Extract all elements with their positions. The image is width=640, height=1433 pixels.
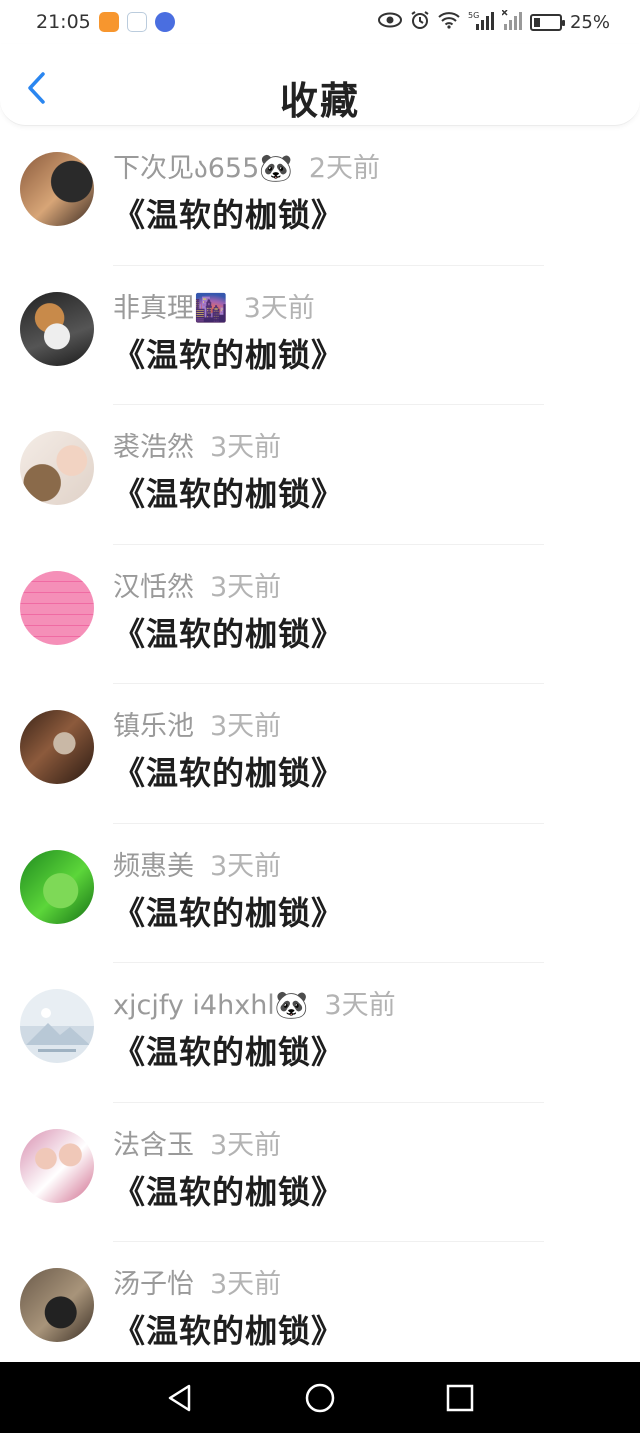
back-triangle-icon bbox=[168, 1384, 191, 1411]
book-title: 《温软的枷锁》 bbox=[113, 335, 345, 374]
timestamp: 3天前 bbox=[210, 850, 282, 882]
username: 汉恬然 bbox=[113, 571, 194, 603]
book-title: 《温软的枷锁》 bbox=[113, 614, 345, 653]
book-title: 《温软的枷锁》 bbox=[113, 893, 345, 932]
avatar bbox=[20, 849, 94, 924]
timestamp: 3天前 bbox=[210, 571, 282, 603]
wifi-icon bbox=[438, 11, 460, 34]
avatar bbox=[20, 570, 94, 645]
battery-percent: 25% bbox=[569, 11, 610, 33]
avatar bbox=[20, 431, 94, 505]
list-item[interactable]: 镇乐池 3天前 《温软的枷锁》 bbox=[0, 684, 640, 824]
timestamp: 3天前 bbox=[324, 990, 396, 1021]
book-title: 《温软的枷锁》 bbox=[113, 754, 345, 792]
app-header: 收藏 bbox=[0, 44, 640, 126]
book-title: 《温软的枷锁》 bbox=[113, 475, 345, 513]
alarm-icon bbox=[410, 10, 430, 35]
list-item[interactable]: 频惠美 3天前 《温软的枷锁》 bbox=[0, 824, 640, 963]
avatar bbox=[20, 989, 94, 1063]
music-app-icon bbox=[154, 12, 175, 32]
list-item[interactable]: 非真理🌆 3天前 《温软的枷锁》 bbox=[0, 266, 640, 405]
avatar bbox=[20, 1128, 94, 1203]
home-circle-icon bbox=[305, 1383, 335, 1412]
list-item[interactable]: xjcjfy i4hxhl🐼 3天前 《温软的枷锁》 bbox=[0, 963, 640, 1103]
timestamp: 3天前 bbox=[210, 1269, 282, 1300]
list-item[interactable]: 裘浩然 3天前 《温软的枷锁》 bbox=[0, 405, 640, 545]
avatar bbox=[20, 291, 94, 366]
username: xjcjfy i4hxhl🐼 bbox=[113, 990, 309, 1021]
username: 汤子怡 bbox=[113, 1269, 194, 1300]
username: 镇乐池 bbox=[113, 711, 194, 742]
image-placeholder-icon bbox=[26, 1008, 90, 1052]
username: 频惠美 bbox=[113, 850, 194, 882]
recents-square-icon bbox=[446, 1384, 474, 1411]
app-notification-icon bbox=[98, 12, 119, 32]
avatar bbox=[20, 1268, 94, 1342]
nav-home-button[interactable] bbox=[295, 1373, 345, 1423]
book-title: 《温软的枷锁》 bbox=[113, 196, 345, 234]
list-item[interactable]: 汉恬然 3天前 《温软的枷锁》 bbox=[0, 545, 640, 684]
username: 下次见ა655🐼 bbox=[113, 153, 293, 184]
list-item[interactable]: 下次见ა655🐼 2天前 《温软的枷锁》 bbox=[0, 126, 640, 266]
timestamp: 3天前 bbox=[210, 711, 282, 742]
list-item[interactable]: 法含玉 3天前 《温软的枷锁》 bbox=[0, 1103, 640, 1242]
app-notification-icon bbox=[126, 12, 147, 32]
username: 法含玉 bbox=[113, 1129, 194, 1161]
svg-text:5G: 5G bbox=[468, 11, 479, 20]
signal-no-sim-icon bbox=[501, 8, 522, 35]
list-item[interactable]: 汤子怡 3天前 《温软的枷锁》 bbox=[0, 1242, 640, 1382]
book-title: 《温软的枷锁》 bbox=[113, 1033, 345, 1071]
nav-back-button[interactable] bbox=[155, 1373, 205, 1423]
username: 非真理🌆 bbox=[113, 292, 228, 324]
timestamp: 3天前 bbox=[243, 292, 315, 324]
book-title: 《温软的枷锁》 bbox=[113, 1172, 345, 1211]
eye-icon bbox=[377, 12, 402, 33]
timestamp: 2天前 bbox=[308, 153, 381, 184]
signal-icon: 5G bbox=[468, 10, 494, 35]
status-time: 21:05 bbox=[36, 11, 91, 33]
book-title: 《温软的枷锁》 bbox=[113, 1312, 345, 1350]
favorites-list: 下次见ა655🐼 2天前 《温软的枷锁》 非真理🌆 3天前 《温软的枷锁》 裘浩然 3… bbox=[0, 126, 640, 1382]
battery-icon bbox=[529, 13, 565, 31]
timestamp: 3天前 bbox=[210, 432, 282, 463]
username: 裘浩然 bbox=[113, 432, 194, 463]
nav-recents-button[interactable] bbox=[435, 1373, 485, 1423]
status-bar: 21:05 5G 25% bbox=[0, 0, 640, 44]
timestamp: 3天前 bbox=[210, 1129, 282, 1161]
avatar bbox=[20, 152, 94, 226]
page-title: 收藏 bbox=[279, 79, 360, 123]
avatar bbox=[20, 710, 94, 784]
system-nav-bar bbox=[0, 1362, 640, 1433]
